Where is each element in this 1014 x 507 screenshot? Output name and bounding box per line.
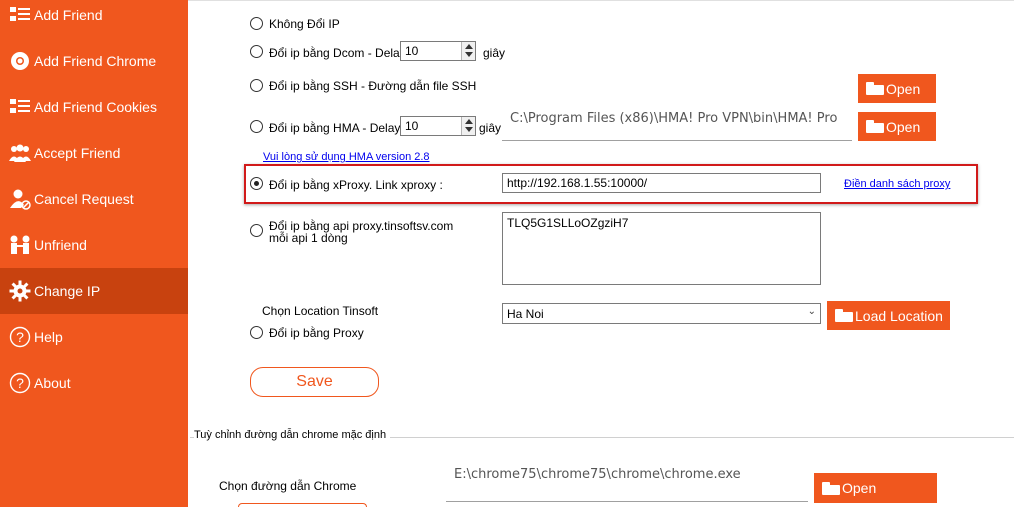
sidebar-item-label: About: [34, 375, 71, 391]
hma-seconds-label: giây: [479, 121, 502, 135]
radio-dcom[interactable]: [250, 45, 263, 58]
option-no-change-label: Không Đổi IP: [269, 17, 340, 31]
sidebar-item-add-friend-cookies[interactable]: Add Friend Cookies: [0, 84, 188, 130]
user-cancel-icon: [8, 187, 32, 211]
sidebar-item-add-friend[interactable]: Add Friend: [0, 0, 188, 38]
load-location-button[interactable]: Load Location: [827, 301, 950, 330]
dcom-delay-stepper[interactable]: 10: [400, 41, 476, 61]
option-dcom-label: Đổi ip bằng Dcom - Delay: [269, 46, 406, 60]
ssh-open-button[interactable]: Open: [858, 74, 936, 103]
tinsoft-keys-textarea[interactable]: TLQ5G1SLLoOZgziH7: [502, 212, 821, 285]
sidebar-item-about[interactable]: ? About: [0, 360, 188, 406]
sidebar-item-label: Accept Friend: [34, 145, 121, 161]
option-xproxy-label: Đổi ip bằng xProxy. Link xproxy :: [269, 178, 443, 192]
list-icon: [8, 95, 32, 119]
svg-text:?: ?: [16, 375, 24, 391]
dcom-seconds-label: giây: [483, 46, 506, 60]
open-label: Open: [886, 118, 921, 135]
app-window: Add Friend Add Friend Chrome Add Friend …: [0, 0, 1014, 507]
folder-icon: [835, 309, 853, 322]
chrome-open-button[interactable]: Open: [814, 473, 937, 503]
svg-text:?: ?: [16, 329, 24, 345]
help-icon: ?: [8, 371, 32, 395]
hma-version-note-link[interactable]: Vui lòng sử dụng HMA version 2.8: [263, 151, 430, 163]
sidebar-item-label: Add Friend Chrome: [34, 53, 157, 69]
sidebar-item-label: Unfriend: [34, 237, 87, 253]
chrome-path-field[interactable]: E:\chrome75\chrome75\chrome\chrome.exe: [446, 462, 808, 502]
hma-path-field[interactable]: C:\Program Files (x86)\HMA! Pro VPN\bin\…: [502, 107, 852, 141]
sidebar-item-label: Cancel Request: [34, 191, 134, 207]
chrome-path-label: Chọn đường dẫn Chrome: [219, 479, 357, 493]
load-location-label: Load Location: [855, 307, 943, 324]
spin-buttons[interactable]: [461, 117, 475, 135]
location-select[interactable]: Ha Noi ⌄: [502, 303, 821, 324]
radio-no-change[interactable]: [250, 17, 263, 30]
help-icon: ?: [8, 325, 32, 349]
chrome-group-title: Tuỳ chỉnh đường dẫn chrome mặc định: [194, 429, 391, 441]
sidebar-item-change-ip[interactable]: Change IP: [0, 268, 188, 314]
open-label: Open: [886, 80, 921, 97]
sidebar-item-accept-friend[interactable]: Accept Friend: [0, 130, 188, 176]
sidebar-item-unfriend[interactable]: Unfriend: [0, 222, 188, 268]
radio-proxy[interactable]: [250, 326, 263, 339]
chrome-icon: [8, 49, 32, 73]
option-ssh-label: Đổi ip bằng SSH - Đường dẫn file SSH: [269, 79, 477, 93]
radio-hma[interactable]: [250, 120, 263, 133]
change-ip-panel: Không Đổi IP Đổi ip bằng Dcom - Delay 10…: [188, 0, 1014, 507]
xproxy-link-input[interactable]: http://192.168.1.55:10000/: [502, 173, 821, 193]
option-tinsoft-sublabel: mỗi api 1 dòng: [269, 231, 348, 245]
option-hma-label: Đổi ip bằng HMA - Delay: [269, 121, 401, 135]
folder-icon: [866, 82, 884, 95]
hma-delay-value: 10: [405, 119, 419, 133]
open-label: Open: [842, 480, 877, 496]
location-selected-value: Ha Noi: [507, 307, 544, 321]
hma-open-button[interactable]: Open: [858, 112, 936, 141]
sidebar-item-label: Add Friend Cookies: [34, 99, 157, 115]
gear-icon: [8, 279, 32, 303]
radio-xproxy[interactable]: [250, 177, 263, 190]
spin-buttons[interactable]: [461, 42, 475, 60]
dcom-delay-value: 10: [405, 44, 419, 58]
radio-tinsoft[interactable]: [250, 224, 263, 237]
sidebar-item-add-friend-chrome[interactable]: Add Friend Chrome: [0, 38, 188, 84]
folder-icon: [866, 120, 884, 133]
proxy-list-link[interactable]: Điền danh sách proxy: [844, 178, 950, 190]
option-proxy-label: Đổi ip bằng Proxy: [269, 326, 364, 340]
unfriend-icon: [8, 233, 32, 257]
hma-delay-stepper[interactable]: 10: [400, 116, 476, 136]
save-button[interactable]: Save: [250, 367, 379, 397]
list-icon: [8, 3, 32, 27]
sidebar-item-label: Help: [34, 329, 63, 345]
location-label: Chọn Location Tinsoft: [262, 304, 379, 318]
chevron-down-icon: ⌄: [807, 306, 816, 317]
sidebar-item-label: Add Friend: [34, 7, 103, 23]
sidebar-item-cancel-request[interactable]: Cancel Request: [0, 176, 188, 222]
users-icon: [8, 141, 32, 165]
sidebar-item-help[interactable]: ? Help: [0, 314, 188, 360]
folder-icon: [822, 481, 840, 495]
save-label: Save: [296, 373, 333, 390]
sidebar-item-label: Change IP: [34, 283, 101, 299]
group-divider: [188, 0, 1014, 1]
chrome-save-button-partial[interactable]: [238, 503, 367, 507]
radio-ssh[interactable]: [250, 79, 263, 92]
sidebar: Add Friend Add Friend Chrome Add Friend …: [0, 0, 188, 507]
